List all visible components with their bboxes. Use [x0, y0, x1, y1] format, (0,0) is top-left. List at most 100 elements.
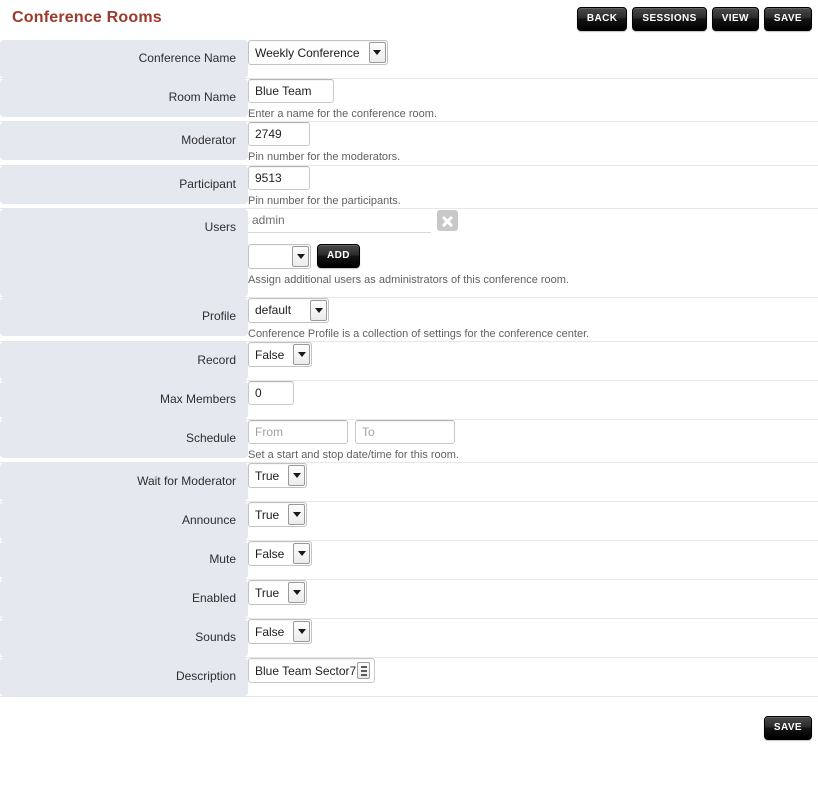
room-name-input[interactable] [248, 79, 334, 103]
wait-for-moderator-select[interactable]: True [248, 463, 308, 489]
chevron-down-icon[interactable] [293, 543, 311, 565]
chevron-down-icon[interactable] [293, 621, 311, 643]
users-hint: Assign additional users as administrator… [248, 273, 569, 286]
row-mute: Mute False [0, 540, 818, 581]
label-cell-description: Description [0, 657, 248, 698]
profile-select[interactable]: default [248, 297, 329, 323]
field-cell-mute: False [248, 540, 818, 581]
max-members-input[interactable] [248, 381, 294, 406]
row-record: Record False [0, 341, 818, 382]
announce-value: True [255, 507, 280, 522]
room-name-hint: Enter a name for the conference room. [248, 108, 437, 120]
field-cell-announce: True [248, 501, 818, 542]
label-announce: Announce [0, 502, 248, 541]
schedule-from-input[interactable] [248, 420, 348, 445]
user-select[interactable] [248, 243, 311, 269]
moderator-pin-input[interactable] [248, 122, 310, 147]
field-cell-wait-for-moderator: True [248, 462, 818, 503]
back-button[interactable]: BACK [576, 7, 628, 31]
profile-value: default [255, 303, 292, 318]
record-value: False [255, 347, 285, 362]
record-select[interactable]: False [248, 342, 313, 368]
label-cell-profile: Profile [0, 297, 248, 343]
wait-for-moderator-value: True [255, 468, 280, 483]
participant-pin-input[interactable] [248, 165, 310, 190]
chevron-down-icon[interactable] [310, 299, 327, 321]
sessions-button[interactable]: SESSIONS [632, 7, 707, 31]
row-participant: Participant Pin number for the participa… [0, 165, 818, 209]
label-sounds: Sounds [0, 619, 248, 658]
schedule-to-input[interactable] [355, 420, 455, 445]
conference-room-form: Conference Name Weekly Conference Room N… [0, 40, 818, 698]
header-button-group: BACK SESSIONS VIEW SAVE [576, 7, 812, 31]
profile-hint: Conference Profile is a collection of se… [248, 327, 590, 340]
add-user-controls: ADD [248, 243, 818, 269]
chevron-down-icon[interactable] [368, 42, 386, 63]
row-conference-name: Conference Name Weekly Conference [0, 40, 818, 79]
page-footer: SAVE [0, 697, 818, 755]
label-cell-record: Record [0, 341, 248, 382]
grip-line [360, 669, 367, 672]
chevron-down-icon[interactable] [288, 504, 306, 526]
field-cell-profile: default Conference Profile is a collecti… [248, 297, 818, 343]
field-cell-enabled: True [248, 579, 818, 620]
label-users: Users [0, 208, 248, 297]
row-sounds: Sounds False [0, 618, 818, 659]
row-max-members: Max Members [0, 380, 818, 421]
row-announce: Announce True [0, 501, 818, 542]
label-cell-users: Users [0, 208, 248, 298]
row-users: Users ADD Assign additional users [0, 208, 818, 298]
enabled-select[interactable]: True [248, 580, 308, 606]
field-cell-sounds: False [248, 618, 818, 659]
sounds-value: False [255, 624, 285, 639]
chevron-down-icon[interactable] [288, 582, 306, 604]
moderator-hint: Pin number for the moderators. [248, 151, 401, 164]
page-header: Conference Rooms BACK SESSIONS VIEW SAVE [0, 0, 818, 40]
user-entry [248, 208, 458, 233]
grip-line [360, 673, 367, 676]
row-moderator: Moderator Pin number for the moderators. [0, 121, 818, 166]
description-textarea[interactable] [248, 658, 375, 684]
conference-name-select[interactable]: Weekly Conference [248, 40, 388, 65]
view-button[interactable]: VIEW [711, 7, 759, 31]
add-user-button[interactable]: ADD [317, 244, 360, 269]
user-name-input[interactable] [248, 208, 431, 233]
label-profile: Profile [0, 297, 248, 336]
label-moderator: Moderator [0, 122, 248, 161]
participant-hint: Pin number for the participants. [248, 194, 401, 207]
field-cell-schedule: Set a start and stop date/time for this … [248, 419, 818, 464]
chevron-down-icon[interactable] [292, 245, 309, 267]
label-cell-moderator: Moderator [0, 121, 248, 166]
chevron-down-icon[interactable] [288, 465, 306, 487]
conference-name-value: Weekly Conference [255, 45, 360, 60]
grip-line [360, 665, 367, 668]
label-wait-for-moderator: Wait for Moderator [0, 463, 248, 502]
mute-value: False [255, 546, 285, 561]
field-cell-moderator: Pin number for the moderators. [248, 121, 818, 166]
user-select-value [249, 245, 291, 268]
label-schedule: Schedule [0, 420, 248, 459]
announce-select[interactable]: True [248, 502, 308, 528]
label-cell-max-members: Max Members [0, 380, 248, 421]
row-description: Description [0, 657, 818, 698]
row-enabled: Enabled True [0, 579, 818, 620]
save-button-bottom[interactable]: SAVE [763, 716, 812, 741]
label-cell-conference-name: Conference Name [0, 40, 248, 79]
field-cell-description [248, 657, 818, 698]
row-wait-for-moderator: Wait for Moderator True [0, 462, 818, 503]
chevron-down-icon[interactable] [293, 344, 311, 366]
sounds-select[interactable]: False [248, 619, 313, 645]
label-max-members: Max Members [0, 381, 248, 420]
label-cell-announce: Announce [0, 501, 248, 542]
close-x-icon[interactable] [437, 210, 458, 232]
label-cell-schedule: Schedule [0, 419, 248, 464]
mute-select[interactable]: False [248, 541, 313, 567]
field-cell-max-members [248, 380, 818, 421]
resize-grip-icon[interactable] [357, 662, 370, 680]
row-schedule: Schedule Set a start and stop date/time … [0, 419, 818, 464]
label-cell-wait-for-moderator: Wait for Moderator [0, 462, 248, 503]
field-cell-room-name: Enter a name for the conference room. [248, 78, 818, 123]
label-cell-participant: Participant [0, 165, 248, 209]
field-cell-users: ADD Assign additional users as administr… [248, 208, 818, 298]
save-button-top[interactable]: SAVE [763, 7, 812, 31]
